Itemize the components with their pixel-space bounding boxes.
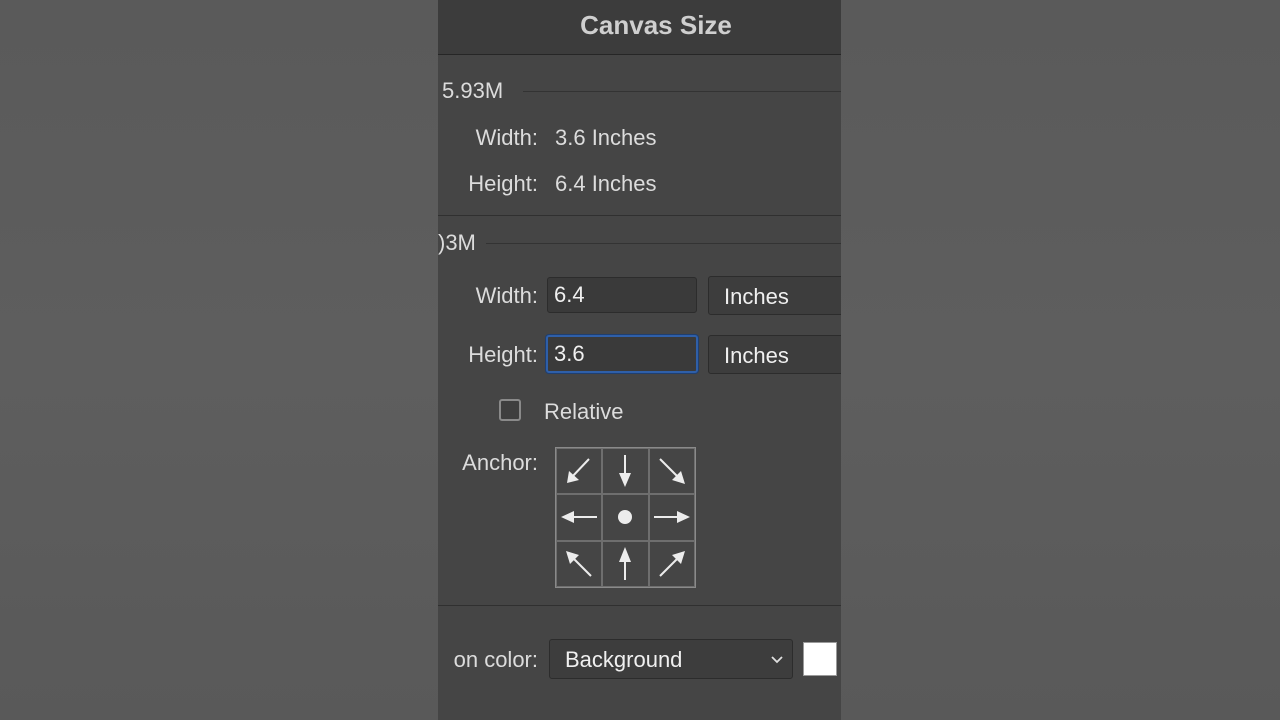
anchor-cell-top-left[interactable]: [556, 448, 603, 495]
dialog-titlebar: Canvas Size: [438, 0, 841, 55]
height-input[interactable]: [548, 337, 696, 371]
new-height-label: Height:: [468, 342, 538, 367]
anchor-label: Anchor:: [462, 450, 538, 475]
arrow-up-left-icon: [567, 458, 590, 484]
arrow-left-icon: [561, 511, 598, 524]
arrow-up-right-icon: [659, 550, 685, 577]
video-blur-left: [0, 0, 438, 720]
extension-color-value: Background: [565, 647, 683, 672]
anchor-cell-left[interactable]: [556, 494, 603, 541]
anchor-cell-bottom-right[interactable]: [648, 540, 695, 587]
arrow-right-icon: [653, 511, 690, 524]
current-width-value: 3.6 Inches: [555, 125, 657, 150]
anchor-cell-right[interactable]: [648, 494, 695, 541]
height-unit-value: Inches: [724, 343, 789, 368]
relative-checkbox[interactable]: [499, 399, 521, 421]
canvas-size-dialog: Canvas Size 5.93M Width: 3.6 Inches Heig…: [438, 0, 841, 720]
section-divider: [438, 215, 841, 216]
extension-color-label: on color:: [453, 647, 538, 672]
current-size-rule: [523, 91, 841, 92]
width-input-box[interactable]: [547, 277, 697, 313]
height-input-box[interactable]: [546, 335, 698, 373]
extension-color-swatch[interactable]: [803, 642, 837, 676]
video-blur-right: [841, 0, 1280, 720]
current-width-label: Width:: [475, 125, 538, 150]
arrow-down-icon: [619, 455, 632, 488]
arrow-up-left-icon: [566, 550, 592, 577]
anchor-center-dot-icon: [618, 510, 633, 525]
anchor-cell-bottom-left[interactable]: [556, 540, 603, 587]
width-unit-select[interactable]: Inches: [708, 276, 841, 315]
current-size-header: 5.93M: [442, 78, 504, 103]
width-unit-value: Inches: [724, 284, 789, 309]
chevron-down-icon: [771, 656, 783, 664]
extension-color-select[interactable]: Background: [549, 639, 793, 679]
height-unit-select[interactable]: Inches: [708, 335, 841, 374]
anchor-cell-center[interactable]: [602, 494, 649, 541]
new-size-header: )3M: [438, 230, 476, 255]
current-height-value: 6.4 Inches: [555, 171, 657, 196]
anchor-cell-top-right[interactable]: [648, 448, 695, 495]
anchor-cell-top[interactable]: [602, 448, 649, 495]
current-height-label: Height:: [468, 171, 538, 196]
new-size-rule: [486, 243, 841, 244]
width-input[interactable]: [548, 278, 696, 312]
relative-label[interactable]: Relative: [544, 399, 623, 425]
anchor-grid: [555, 447, 696, 588]
dialog-title: Canvas Size: [580, 10, 732, 40]
arrow-up-icon: [619, 546, 632, 580]
new-width-label: Width:: [475, 283, 538, 308]
anchor-cell-bottom[interactable]: [602, 540, 649, 587]
arrow-down-right-icon: [659, 458, 685, 485]
section-divider-bottom: [438, 605, 841, 606]
